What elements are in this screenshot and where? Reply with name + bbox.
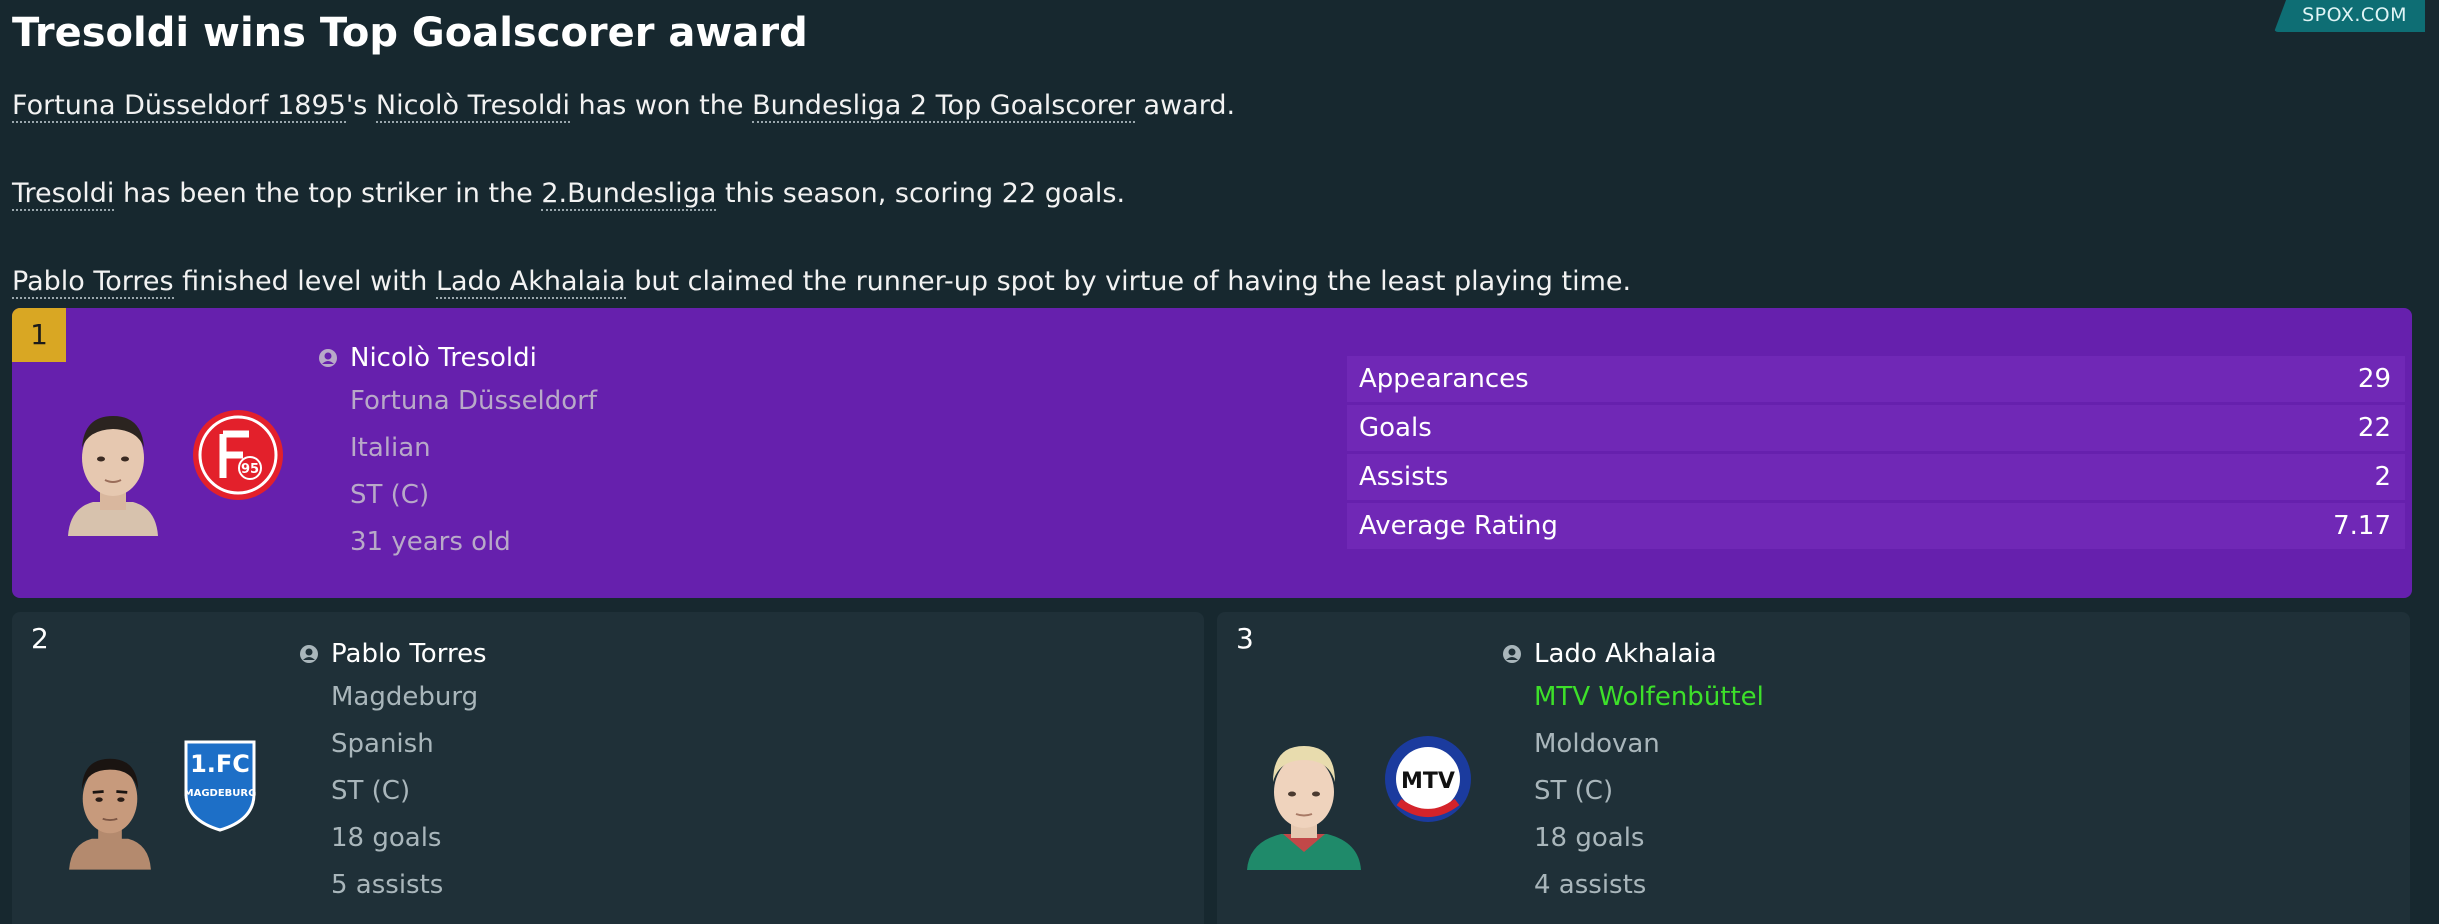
second-assists: 5 assists [331,870,444,900]
rank-number: 2 [31,622,49,655]
winner-age: 31 years old [350,527,511,557]
text-fragment: this season, scoring 22 goals. [716,178,1126,209]
winner-nationality: Italian [350,433,431,463]
player-face-torres[interactable] [60,742,160,870]
stat-label: Assists [1359,462,1449,492]
second-name[interactable]: Pablo Torres [331,639,487,669]
stat-label: Goals [1359,413,1432,443]
winner-name[interactable]: Nicolò Tresoldi [350,343,537,373]
text-fragment: award. [1134,90,1236,121]
third-name[interactable]: Lado Akhalaia [1534,639,1717,669]
winner-stats-table: Appearances 29 Goals 22 Assists 2 Averag… [1347,356,2405,552]
player-link-akhalaia[interactable]: Lado Akhalaia [435,266,626,299]
stat-value: 2 [2374,462,2391,492]
news-page: SPOX.COM Tresoldi wins Top Goalscorer aw… [0,0,2439,924]
text-fragment: has won the [569,90,753,121]
person-icon [300,645,318,663]
text-fragment: finished level with [173,266,436,297]
player-link-tresoldi[interactable]: Nicolò Tresoldi [375,90,570,123]
stat-row-assists: Assists 2 [1347,454,2405,500]
text-fragment: has been the top striker in the [114,178,542,209]
second-position: ST (C) [331,776,411,806]
runner-up-card-3: 3 MTV Lado Akhalaia MTV Wolfenbüttel Mol… [1217,612,2410,924]
player-link-tresoldi-2[interactable]: Tresoldi [12,178,115,211]
player-face-tresoldi[interactable] [58,396,168,536]
crest-text-top: 1.FC [190,750,250,778]
stat-label: Appearances [1359,364,1529,394]
crest-text-bottom: MAGDEBURG [184,788,257,799]
person-icon [1503,645,1521,663]
club-crest-fortuna[interactable]: 95 [191,408,285,502]
second-goals: 18 goals [331,823,442,853]
winner-name-row[interactable]: Nicolò Tresoldi [318,338,597,378]
paragraph-top-striker: Tresoldi has been the top striker in the… [12,178,1126,211]
second-nationality: Spanish [331,729,434,759]
player-face-akhalaia[interactable] [1243,734,1365,870]
text-fragment: 's [345,90,376,121]
third-position: ST (C) [1534,776,1614,806]
winner-info: Nicolò Tresoldi Fortuna Düsseldorf Itali… [318,338,597,566]
winner-club[interactable]: Fortuna Düsseldorf [318,378,597,425]
third-nationality: Moldovan [1534,729,1660,759]
crest-number: 95 [241,462,259,477]
winner-position: ST (C) [350,480,430,510]
stat-value: 29 [2357,364,2391,394]
headline: Tresoldi wins Top Goalscorer award [12,10,808,56]
second-info: Pablo Torres Magdeburg Spanish ST (C) 18… [299,634,487,909]
third-assists: 4 assists [1534,870,1647,900]
winner-card: 1 95 Nicolò Tresoldi Fortuna Düsseldorf … [12,308,2412,598]
stat-label: Average Rating [1359,511,1558,541]
text-fragment: but claimed the runner-up spot by virtue… [625,266,1632,297]
stat-row-average-rating: Average Rating 7.17 [1347,503,2405,549]
stat-value: 22 [2357,413,2391,443]
league-link[interactable]: 2.Bundesliga [541,178,717,211]
third-goals: 18 goals [1534,823,1645,853]
third-info: Lado Akhalaia MTV Wolfenbüttel Moldovan … [1502,634,1764,909]
paragraph-runner-up: Pablo Torres finished level with Lado Ak… [12,266,1632,299]
club-link-fortuna[interactable]: Fortuna Düsseldorf 1895 [12,90,346,123]
crest-text: MTV [1401,769,1455,794]
club-crest-magdeburg[interactable]: 1.FC MAGDEBURG [180,738,260,832]
third-name-row[interactable]: Lado Akhalaia [1502,634,1764,674]
paragraph-award: Fortuna Düsseldorf 1895's Nicolò Tresold… [12,90,1236,123]
person-icon [319,349,337,367]
rank-badge: 1 [12,308,66,362]
award-link[interactable]: Bundesliga 2 Top Goalscorer [752,90,1135,123]
second-name-row[interactable]: Pablo Torres [299,634,487,674]
source-tab[interactable]: SPOX.COM [2274,0,2425,32]
third-club[interactable]: MTV Wolfenbüttel [1502,674,1764,721]
stat-value: 7.17 [2333,511,2391,541]
runner-up-card-2: 2 1.FC MAGDEBURG Pablo Torres Magdeburg … [12,612,1204,924]
stat-row-goals: Goals 22 [1347,405,2405,451]
second-club[interactable]: Magdeburg [299,674,487,721]
club-crest-wolfenbuettel[interactable]: MTV [1383,734,1473,824]
player-link-torres[interactable]: Pablo Torres [12,266,174,299]
rank-number: 3 [1236,622,1254,655]
stat-row-appearances: Appearances 29 [1347,356,2405,402]
